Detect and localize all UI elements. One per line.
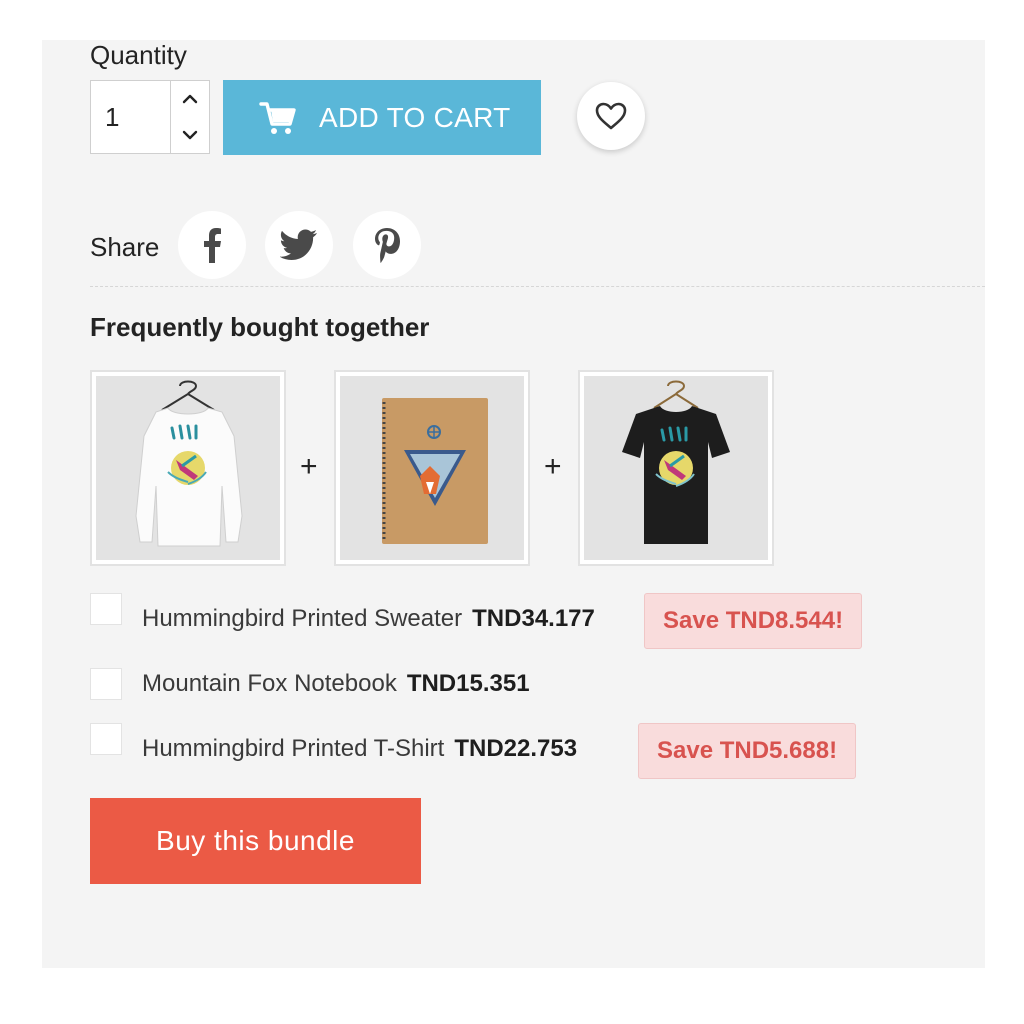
heart-icon (595, 102, 627, 130)
twitter-share-button[interactable] (265, 211, 333, 279)
chevron-down-icon (182, 130, 198, 140)
save-badge: Save TND8.544! (644, 593, 863, 649)
bundle-item-text: Hummingbird Printed T-Shirt TND22.753 (142, 735, 577, 763)
buy-bundle-button[interactable]: Buy this bundle (90, 798, 421, 884)
bundle-item-price: TND22.753 (454, 735, 578, 762)
fbt-title: Frequently bought together (90, 312, 430, 342)
plus-separator: + (544, 450, 562, 483)
pinterest-share-button[interactable] (353, 211, 421, 279)
quantity-increment-button[interactable] (171, 81, 209, 118)
product-thumbnail-notebook[interactable] (334, 370, 530, 566)
quantity-stepper (90, 80, 210, 154)
add-to-cart-button[interactable]: ADD TO CART (223, 80, 541, 155)
share-label: Share (90, 232, 160, 262)
wishlist-button[interactable] (577, 82, 645, 150)
plus-separator: + (300, 450, 318, 483)
bundle-item-name: Hummingbird Printed T-Shirt (142, 735, 445, 762)
add-to-cart-label: ADD TO CART (319, 101, 511, 133)
pinterest-icon (375, 228, 400, 263)
bundle-item-price: TND34.177 (472, 605, 595, 632)
cart-icon (259, 101, 296, 134)
bundle-item-checkbox[interactable] (90, 668, 122, 700)
product-thumbnail-tshirt[interactable] (578, 370, 774, 566)
save-badge: Save TND5.688! (638, 723, 857, 779)
bundle-item-name: Hummingbird Printed Sweater (142, 605, 463, 632)
sweater-image (96, 376, 280, 560)
section-divider (90, 286, 985, 287)
twitter-icon (280, 229, 317, 260)
bundle-item-checkbox[interactable] (90, 593, 122, 625)
facebook-icon (204, 228, 221, 263)
facebook-share-button[interactable] (178, 211, 246, 279)
notebook-image (340, 376, 524, 560)
quantity-input[interactable] (91, 81, 171, 153)
product-actions-panel: Quantity ADD TO CART Share (42, 40, 985, 968)
tshirt-image (584, 376, 768, 560)
quantity-decrement-button[interactable] (171, 117, 209, 153)
product-thumbnail-sweater[interactable] (90, 370, 286, 566)
quantity-label: Quantity (90, 40, 187, 70)
bundle-item-name: Mountain Fox Notebook (142, 670, 397, 697)
chevron-up-icon (182, 94, 198, 104)
bundle-item-text: Mountain Fox Notebook TND15.351 (142, 670, 530, 698)
bundle-item-checkbox[interactable] (90, 723, 122, 755)
bundle-item-price: TND15.351 (406, 670, 530, 697)
bundle-item-text: Hummingbird Printed Sweater TND34.177 (142, 605, 595, 633)
